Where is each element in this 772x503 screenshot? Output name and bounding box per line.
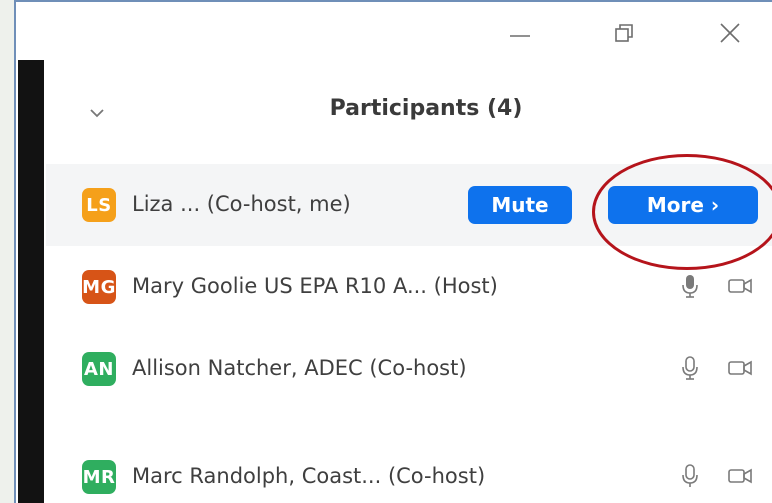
close-button[interactable] (700, 12, 760, 54)
mic-icon[interactable] (676, 354, 704, 382)
panel-header: Participants (4) (46, 78, 772, 148)
video-icon[interactable] (726, 462, 754, 490)
collapse-button[interactable] (82, 98, 112, 128)
more-button[interactable]: More › (608, 186, 758, 224)
participant-name: Marc Randolph, Coast... (Co-host) (132, 464, 486, 488)
participant-row[interactable]: MG Mary Goolie US EPA R10 A... (Host) (46, 246, 772, 328)
chevron-down-icon (90, 109, 104, 118)
avatar: MR (82, 460, 116, 494)
participant-row[interactable]: LS Liza ... (Co-host, me) Mute More › (46, 164, 772, 246)
minimize-icon (510, 35, 530, 37)
minimize-button[interactable] (490, 12, 550, 54)
participant-list: LS Liza ... (Co-host, me) Mute More › MG… (46, 152, 772, 503)
background-window-strip (18, 60, 44, 503)
close-icon (720, 23, 740, 43)
participant-name: Allison Natcher, ADEC (Co-host) (132, 356, 467, 380)
panel-title: Participants (4) (329, 96, 523, 121)
avatar: AN (82, 352, 116, 386)
video-icon[interactable] (726, 354, 754, 382)
participant-name: Mary Goolie US EPA R10 A... (Host) (132, 274, 498, 298)
avatar: LS (82, 188, 116, 222)
restore-button[interactable] (594, 12, 654, 54)
mic-icon[interactable] (676, 462, 704, 490)
participant-row[interactable]: AN Allison Natcher, ADEC (Co-host) (46, 328, 772, 410)
participants-window: Participants (4) LS Liza ... (Co-host, m… (14, 0, 772, 503)
restore-icon (615, 24, 633, 42)
mic-icon[interactable] (676, 272, 704, 300)
mute-button[interactable]: Mute (468, 186, 572, 224)
avatar: MG (82, 270, 116, 304)
participant-row[interactable]: MR Marc Randolph, Coast... (Co-host) (46, 410, 772, 494)
participant-name: Liza ... (Co-host, me) (132, 192, 351, 216)
video-icon[interactable] (726, 272, 754, 300)
title-bar (16, 2, 772, 64)
